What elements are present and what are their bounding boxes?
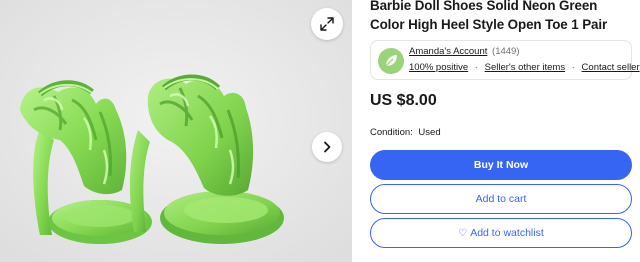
- image-gallery[interactable]: [0, 0, 352, 262]
- add-to-watchlist-button[interactable]: ♡ Add to watchlist: [370, 218, 632, 248]
- contact-seller-link[interactable]: Contact seller: [582, 62, 640, 73]
- seller-card: Amanda's Account (1449) 100% positive · …: [370, 40, 640, 80]
- separator: ·: [571, 62, 575, 73]
- product-photo[interactable]: [0, 0, 352, 262]
- condition-label: Condition:: [370, 127, 413, 138]
- listing-title: Barbie Doll Shoes Solid Neon Green Color…: [370, 0, 608, 32]
- seller-links: 100% positive · Seller's other items · C…: [409, 62, 640, 73]
- next-image-button[interactable]: [312, 132, 342, 162]
- seller-avatar[interactable]: [378, 48, 404, 74]
- expand-arrows-icon: [320, 17, 334, 31]
- seller-feedback-count: (1449): [492, 46, 520, 57]
- item-condition: Condition: Used: [370, 127, 632, 138]
- add-to-cart-label: Add to cart: [475, 193, 527, 205]
- buy-it-now-label: Buy It Now: [473, 159, 529, 171]
- seller-leaf-avatar-icon: [385, 55, 397, 67]
- item-price: US $8.00: [370, 92, 437, 109]
- separator: ·: [474, 62, 478, 73]
- seller-name-link[interactable]: Amanda's Account: [409, 46, 487, 57]
- condition-value: Used: [418, 127, 441, 138]
- chevron-right-icon: [324, 141, 331, 153]
- expand-image-button[interactable]: [311, 8, 343, 40]
- add-to-cart-button[interactable]: Add to cart: [370, 184, 632, 214]
- seller-other-items-link[interactable]: Seller's other items: [485, 62, 565, 73]
- positive-feedback-link[interactable]: 100% positive: [409, 62, 468, 73]
- heart-icon: ♡: [458, 227, 468, 239]
- listing-panel: Barbie Doll Shoes Solid Neon Green Color…: [370, 0, 640, 248]
- buy-it-now-button[interactable]: Buy It Now: [370, 150, 632, 180]
- add-to-watchlist-label: Add to watchlist: [470, 227, 544, 239]
- seller-name-row: Amanda's Account (1449): [409, 46, 520, 57]
